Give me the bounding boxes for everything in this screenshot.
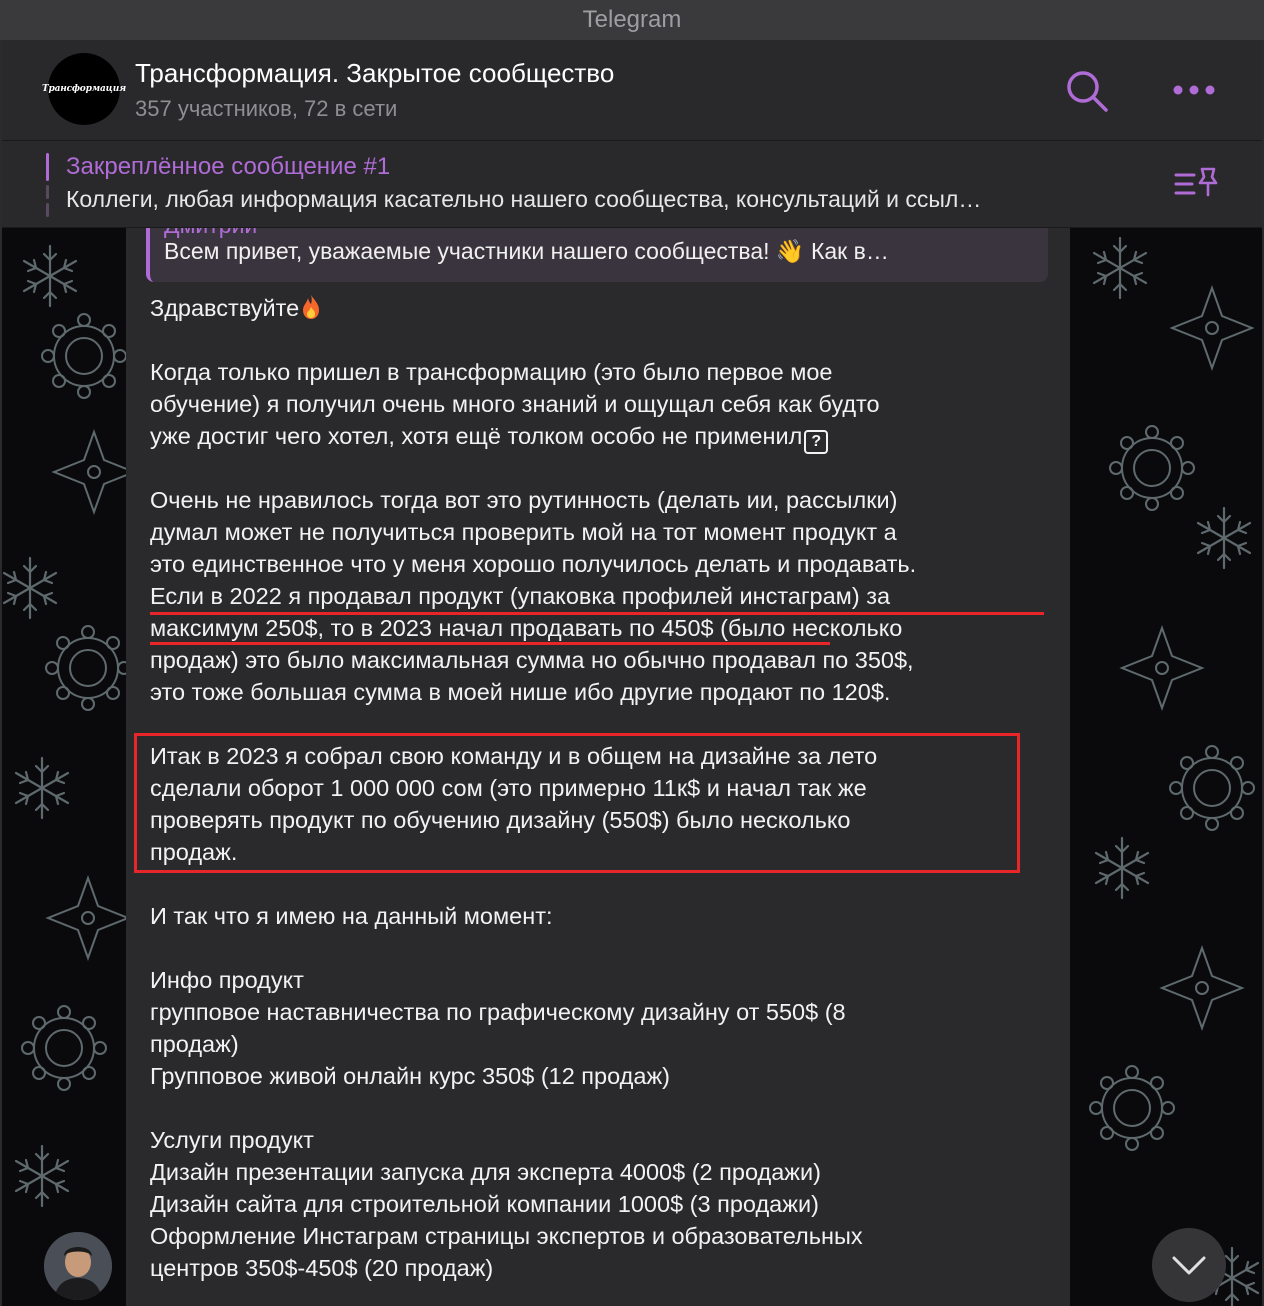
message-line: обучение) я получил очень много знаний и… [150, 391, 880, 417]
message-line: Когда только пришел в трансформацию (это… [150, 359, 833, 385]
message-line: максимум 250$, то в 2023 начал продавать… [150, 615, 903, 641]
chevron-down-icon [1172, 1256, 1206, 1275]
message-line: Итак в 2023 я собрал свою команду и в об… [150, 743, 878, 769]
more-horizontal-icon[interactable] [1168, 78, 1220, 102]
sender-avatar[interactable] [44, 1232, 112, 1300]
chat-messages-area[interactable]: Дмитрий Всем привет, уважаемые участники… [2, 228, 1262, 1306]
pinned-message-bar[interactable]: Закреплённое сообщение #1 Коллеги, любая… [2, 141, 1262, 228]
message-line: групповое наставничества по графическому… [150, 999, 846, 1025]
message-greeting-line: Здравствуйте [150, 292, 321, 324]
message-line: Очень не нравилось тогда вот это рутинно… [150, 487, 898, 513]
chat-header: Трансформация Трансформация. Закрытое со… [2, 40, 1262, 141]
message-line: продаж. [150, 839, 238, 865]
pinned-preview-text: Коллеги, любая информация касательно наш… [66, 186, 982, 212]
message-line: это тоже большая сумма в моей нише ибо д… [150, 679, 891, 705]
telegram-window: Трансформация Трансформация. Закрытое со… [2, 40, 1262, 1306]
message-line: Дизайн презентации запуска для эксперта … [150, 1159, 821, 1185]
pinned-title: Закреплённое сообщение #1 [66, 153, 391, 180]
message-bubble[interactable]: Дмитрий Всем привет, уважаемые участники… [126, 228, 1070, 1306]
message-line: Групповое живой онлайн курс 350$ (12 про… [150, 1063, 670, 1089]
chat-title[interactable]: Трансформация. Закрытое сообщество [135, 58, 614, 89]
search-icon[interactable] [1064, 68, 1110, 114]
message-line: продаж) [150, 1031, 239, 1057]
pinned-indicator [46, 153, 49, 217]
message-line: сделали оборот 1 000 000 сом (это пример… [150, 775, 867, 801]
question-emoji-icon: ? [804, 430, 829, 454]
message-line: Услуги продукт [150, 1127, 314, 1153]
message-line: уже достиг чего хотел, хотя ещё толком о… [150, 420, 829, 454]
reply-quote[interactable]: Дмитрий Всем привет, уважаемые участники… [146, 228, 1048, 282]
channel-avatar[interactable]: Трансформация [42, 53, 126, 125]
greeting-text: Здравствуйте [150, 295, 300, 321]
pinned-list-icon[interactable] [1172, 163, 1222, 205]
message-line: Оформление Инстаграм страницы экспертов … [150, 1223, 863, 1249]
message-line: Дизайн сайта для строительной компании 1… [150, 1191, 819, 1217]
message-line: центров 350$-450$ (20 продаж) [150, 1255, 494, 1281]
message-line-text: уже достиг чего хотел, хотя ещё толком о… [150, 423, 803, 449]
chat-member-count: 357 участников, 72 в сети [135, 96, 398, 121]
channel-logo-text: Трансформация [42, 84, 126, 94]
scroll-down-button[interactable] [1152, 1228, 1226, 1302]
window-titlebar: Telegram [0, 0, 1264, 40]
message-line: Инфо продукт [150, 967, 304, 993]
window-title: Telegram [582, 6, 682, 33]
message-line: проверять продукт по обучению дизайну (5… [150, 807, 851, 833]
fire-emoji-icon [303, 295, 320, 319]
message-line: продаж) это было максимальная сумма но о… [150, 647, 914, 673]
message-line: это единственное что у меня хорошо получ… [150, 551, 917, 577]
message-line: И так что я имею на данный момент: [150, 903, 553, 929]
message-line: Если в 2022 я продавал продукт (упаковка… [150, 583, 891, 609]
reply-text: Всем привет, уважаемые участники нашего … [164, 238, 889, 264]
message-line: думал может не получиться проверить мой … [150, 519, 897, 545]
